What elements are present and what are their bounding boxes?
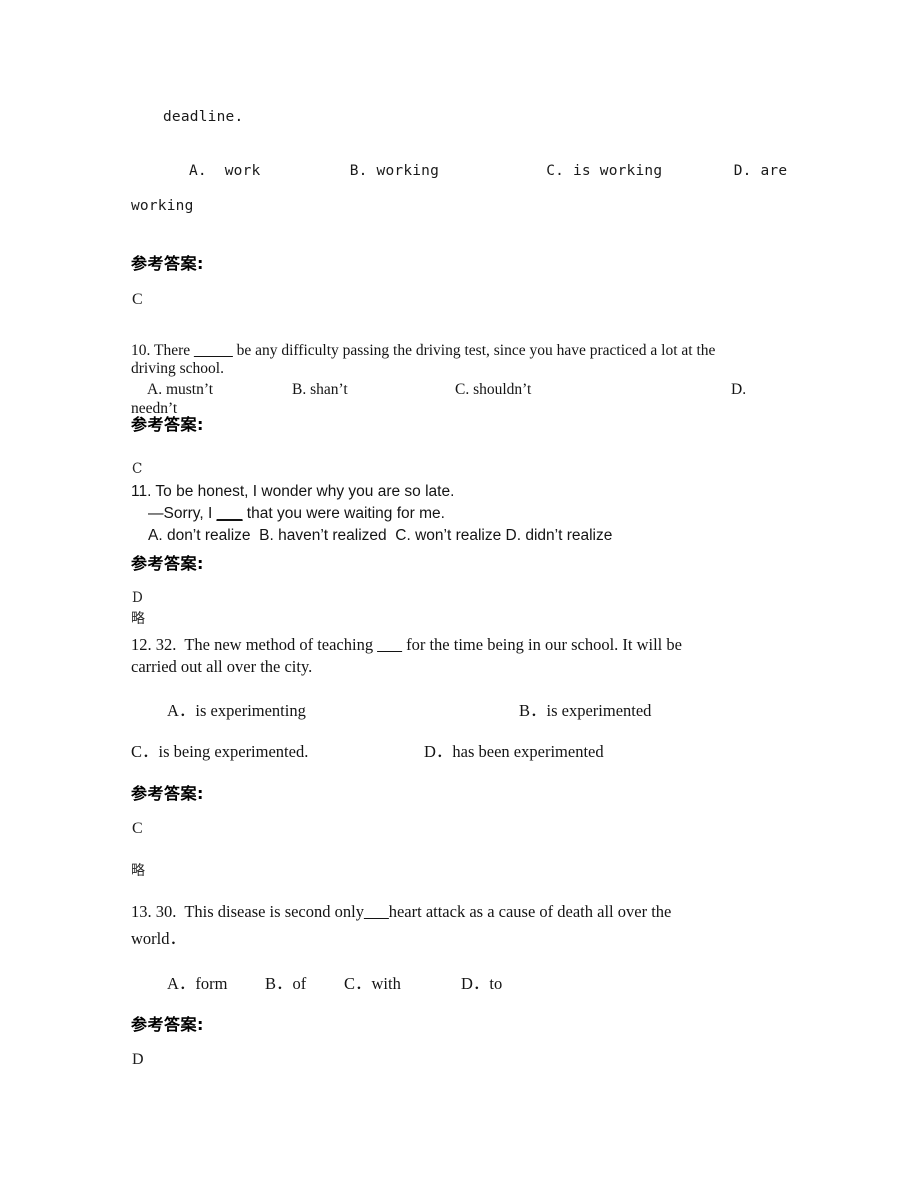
q9-stem-tail: deadline. xyxy=(163,109,244,125)
q13-answer-value: D xyxy=(132,1051,144,1068)
q10-answer-label: 参考答案: xyxy=(131,415,204,434)
q11-stem-line2-post: that you were waiting for me. xyxy=(242,505,445,522)
q10-stem-post: be any difficulty passing the driving te… xyxy=(232,342,716,359)
q12-stem-line2: carried out all over the city. xyxy=(131,657,313,676)
q10-option-d: D. xyxy=(731,381,747,398)
q12-stem-pre: 12. 32. The new method of teaching xyxy=(131,635,378,654)
q10-stem-line2: driving school. xyxy=(131,360,224,377)
q13-option-a: A．form xyxy=(167,974,228,993)
q13-stem-pre: 13. 30. This disease is second only xyxy=(131,902,364,921)
q12-answer-label: 参考答案: xyxy=(131,784,204,803)
q9-options-line: A. work B. working C. is working D. are xyxy=(189,163,788,179)
q12-option-b: B．is experimented xyxy=(519,701,652,720)
q12-option-d: D．has been experimented xyxy=(424,742,604,761)
q13-stem-blank: ___ xyxy=(363,902,389,921)
q11-stem-line2-pre: —Sorry, I xyxy=(148,505,217,522)
q13-option-b: B．of xyxy=(265,974,307,993)
q12-stem-post: for the time being in our school. It wil… xyxy=(401,635,682,654)
q10-option-a: A. mustn’t xyxy=(147,381,214,398)
q9-answer-label: 参考答案: xyxy=(131,254,204,273)
q11-answer-label: 参考答案: xyxy=(131,554,204,573)
q12-option-c: C．is being experimented. xyxy=(131,742,309,761)
q10-option-b: B. shan’t xyxy=(292,381,348,398)
q11-note: 略 xyxy=(131,611,145,627)
q10-stem-blank: _____ xyxy=(193,342,233,359)
q9-answer-value: C xyxy=(132,291,143,308)
q10-stem: 10. There _____ be any difficulty passin… xyxy=(131,341,789,360)
q13-stem-line2: world． xyxy=(131,929,186,948)
q11-answer-value: D xyxy=(132,590,143,606)
q10-option-c: C. shouldn’t xyxy=(455,381,532,398)
q13-answer-label: 参考答案: xyxy=(131,1015,204,1034)
q13-option-c: C．with xyxy=(344,974,401,993)
q9-options-wrap: working xyxy=(131,198,194,214)
document-page: deadline. A. work B. working C. is worki… xyxy=(0,0,920,1191)
q11-stem-line1: 11. To be honest, I wonder why you are s… xyxy=(131,483,455,500)
q11-options-line: A. don’t realize B. haven’t realized C. … xyxy=(148,527,613,544)
q10-answer-value: C xyxy=(132,461,143,477)
q12-option-a: A．is experimenting xyxy=(167,701,306,720)
q13-stem-line1: 13. 30. This disease is second only___he… xyxy=(131,902,671,922)
q12-note: 略 xyxy=(131,863,145,879)
q10-stem-pre: 10. There xyxy=(131,342,194,359)
q12-answer-value: C xyxy=(132,820,143,837)
q13-stem-post: heart attack as a cause of death all ove… xyxy=(388,902,672,921)
q12-stem-blank: ___ xyxy=(377,635,402,654)
q12-stem-line1: 12. 32. The new method of teaching ___ f… xyxy=(131,635,682,655)
q11-stem-line2: —Sorry, I ___ that you were waiting for … xyxy=(148,505,445,523)
q13-option-d: D．to xyxy=(461,974,503,993)
q11-stem-line2-blank: ___ xyxy=(216,505,243,522)
